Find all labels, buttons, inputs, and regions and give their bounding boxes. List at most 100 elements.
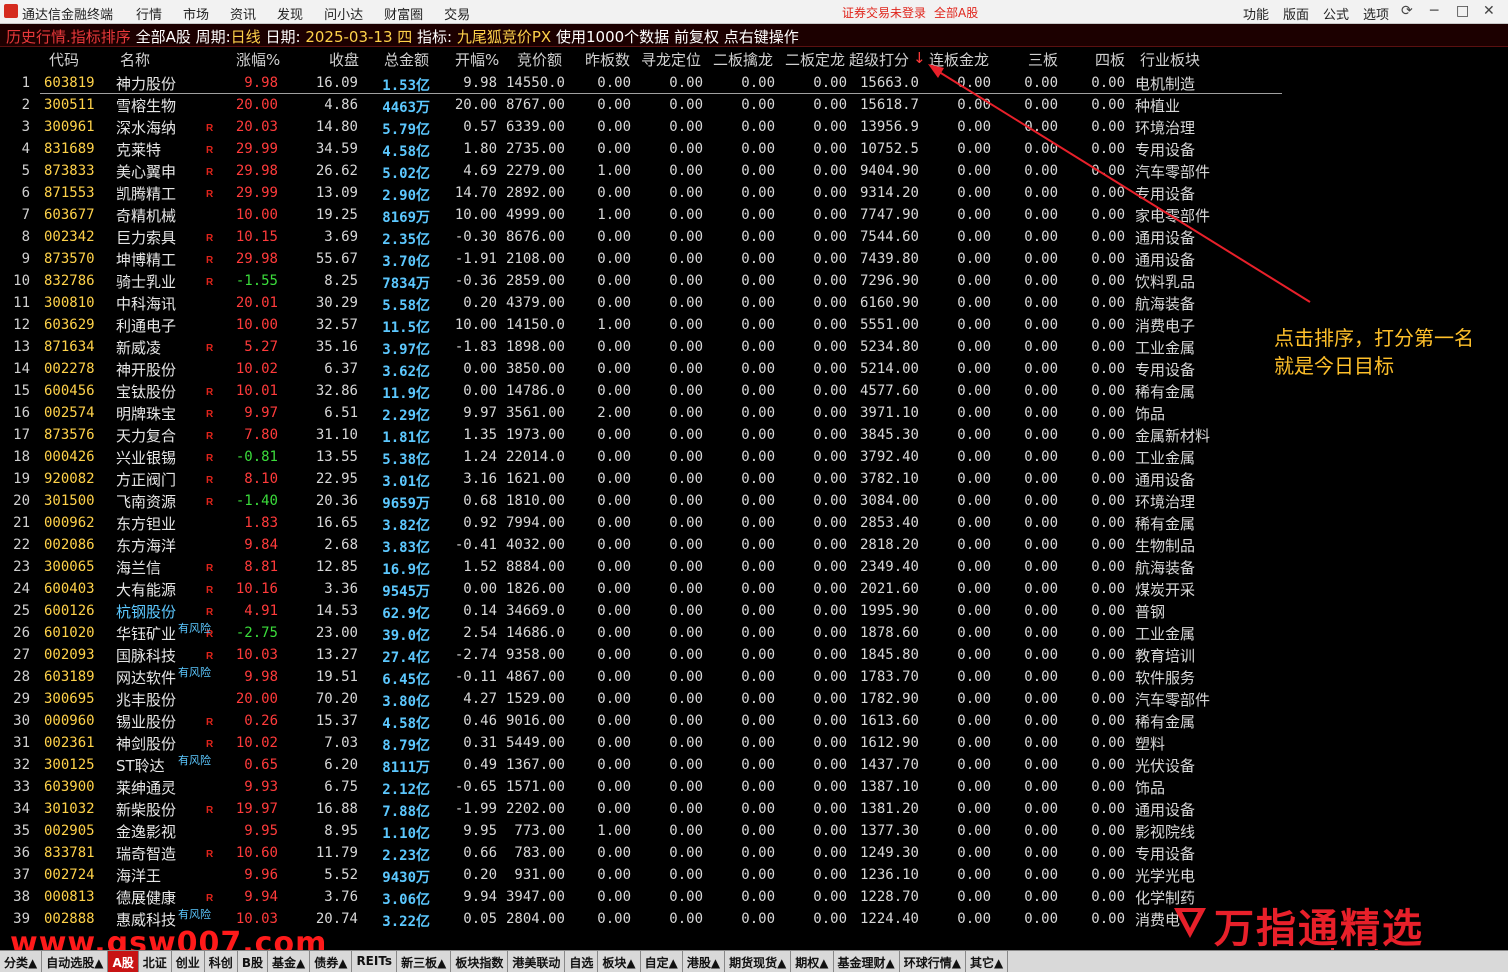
col-lian[interactable]: 连板金龙 [929,49,989,70]
industry[interactable]: 光学光电 [1135,865,1195,886]
table-row[interactable]: 37 002724 海洋王 9.96 5.52 9430万 0.20 931.00 0.00 0.… [0,864,1508,886]
col-bid[interactable]: 竞价额 [517,49,562,70]
stock-code[interactable]: 920082 [44,471,95,487]
industry[interactable]: 通用设备 [1135,469,1195,490]
stock-name[interactable]: 海兰信 [116,557,161,578]
stock-name[interactable]: 巨力索具 [116,227,176,248]
industry[interactable]: 航海装备 [1135,293,1195,314]
tab-19[interactable]: 基金理财▲ [834,951,900,972]
industry[interactable]: 普钢 [1135,601,1165,622]
tab-2[interactable]: A股 [108,951,139,972]
table-row[interactable]: 33 603900 莱绅通灵 9.93 6.75 2.12亿 -0.65 1571.00 0.0… [0,776,1508,798]
stock-code[interactable]: 601020 [44,625,95,641]
stock-code[interactable]: 000426 [44,449,95,465]
tab-8[interactable]: 债券▲ [310,951,353,972]
col-ding[interactable]: 二板定龙 [785,49,845,70]
industry[interactable]: 金属新材料 [1135,425,1210,446]
stock-name[interactable]: 东方海洋 [116,535,176,556]
stock-code[interactable]: 603629 [44,317,95,333]
industry[interactable]: 饮料乳品 [1135,271,1195,292]
close-icon[interactable]: ✕ [1483,3,1495,19]
industry[interactable]: 工业金属 [1135,447,1195,468]
stock-code[interactable]: 603677 [44,207,95,223]
table-row[interactable]: 7 603677 奇精机械 10.00 19.25 8169万 10.00 4999.00 1.… [0,204,1508,226]
menu-item-news[interactable]: 资讯 [230,4,256,23]
table-row[interactable]: 29 300695 兆丰股份 20.00 70.20 3.80亿 4.27 1529.00 0.… [0,688,1508,710]
industry[interactable]: 通用设备 [1135,249,1195,270]
table-row[interactable]: 6 871553 凯腾精工 R 29.99 13.09 2.90亿 14.70 2892.00 0… [0,182,1508,204]
col-seek[interactable]: 寻龙定位 [641,49,701,70]
col-industry[interactable]: 行业板块 [1140,49,1200,70]
stock-name[interactable]: 中科海讯 [116,293,176,314]
maximize-icon[interactable]: □ [1456,3,1469,19]
table-row[interactable]: 5 873833 美心翼申 R 29.98 26.62 5.02亿 4.69 2279.00 1.… [0,160,1508,182]
industry[interactable]: 汽车零部件 [1135,689,1210,710]
table-row[interactable]: 8 002342 巨力索具 R 10.15 3.69 2.35亿 -0.30 8676.00 0.… [0,226,1508,248]
stock-name[interactable]: 神力股份 [116,73,176,94]
table-row[interactable]: 3 300961 深水海纳 R 20.03 14.80 5.79亿 0.57 6339.00 0.… [0,116,1508,138]
industry[interactable]: 生物制品 [1135,535,1195,556]
stock-code[interactable]: 002724 [44,867,95,883]
industry[interactable]: 工业金属 [1135,337,1195,358]
stock-name[interactable]: 海洋王 [116,865,161,886]
stock-code[interactable]: 301500 [44,493,95,509]
minimize-icon[interactable]: ─ [1430,3,1438,19]
menu-item-quotes[interactable]: 行情 [136,4,162,23]
stock-code[interactable]: 002574 [44,405,95,421]
menu-item-options[interactable]: 选项 [1363,4,1389,23]
table-row[interactable]: 4 831689 克莱特 R 29.99 34.59 4.58亿 1.80 2735.00 0.0… [0,138,1508,160]
stock-code[interactable]: 873576 [44,427,95,443]
industry[interactable]: 教育培训 [1135,645,1195,666]
col-chg[interactable]: 涨幅% [236,49,280,70]
table-row[interactable]: 20 301500 飞南资源 R -1.40 20.36 9659万 0.68 1810.00 0… [0,490,1508,512]
stock-name[interactable]: 兴业银锡 [116,447,176,468]
stock-code[interactable]: 300695 [44,691,95,707]
menu-item-formula[interactable]: 公式 [1323,4,1349,23]
stock-name[interactable]: 天力复合 [116,425,176,446]
table-row[interactable]: 31 002361 神剑股份 R 10.02 7.03 8.79亿 0.31 5449.00 0.… [0,732,1508,754]
col-close[interactable]: 收盘 [329,49,359,70]
tab-13[interactable]: 自选 [565,951,599,972]
industry[interactable]: 消费电子 [1135,315,1195,336]
stock-code[interactable]: 300511 [44,97,95,113]
tab-11[interactable]: 板块指数 [451,951,509,972]
stock-name[interactable]: 新威凌 [116,337,161,358]
stock-name[interactable]: 金逸影视 [116,821,176,842]
tab-15[interactable]: 自定▲ [641,951,683,972]
table-row[interactable]: 28 603189 网达软件 有风险 9.98 19.51 6.45亿 -0.11 4867.0… [0,666,1508,688]
stock-code[interactable]: 831689 [44,141,95,157]
tab-21[interactable]: 其它▲ [966,951,1009,972]
tab-17[interactable]: 期货现货▲ [725,951,792,972]
industry[interactable]: 塑料 [1135,733,1165,754]
industry[interactable]: 专用设备 [1135,359,1195,380]
tab-16[interactable]: 港股▲ [683,951,726,972]
tab-1[interactable]: 自动选股▲ [42,951,109,972]
stock-code[interactable]: 002086 [44,537,95,553]
stock-name[interactable]: 骑士乳业 [116,271,176,292]
stock-code[interactable]: 002093 [44,647,95,663]
stock-name[interactable]: 美心翼申 [116,161,176,182]
industry[interactable]: 环境治理 [1135,491,1195,512]
tab-18[interactable]: 期权▲ [791,951,834,972]
industry[interactable]: 稀有金属 [1135,381,1195,402]
period-value[interactable]: 日线 [231,28,261,46]
stock-code[interactable]: 002888 [44,911,95,927]
table-row[interactable]: 22 002086 东方海洋 9.84 2.68 3.83亿 -0.41 4032.00 0.0… [0,534,1508,556]
industry[interactable]: 饰品 [1135,777,1165,798]
industry[interactable]: 工业金属 [1135,623,1195,644]
stock-name[interactable]: 利通电子 [116,315,176,336]
industry[interactable]: 专用设备 [1135,139,1195,160]
table-row[interactable]: 9 873570 坤博精工 R 29.98 55.67 3.70亿 -1.91 2108.00 0… [0,248,1508,270]
table-row[interactable]: 30 000960 锡业股份 R 0.26 15.37 4.58亿 0.46 9016.00 0.… [0,710,1508,732]
industry[interactable]: 汽车零部件 [1135,161,1210,182]
table-row[interactable]: 34 301032 新柴股份 R 19.97 16.88 7.88亿 -1.99 2202.00… [0,798,1508,820]
industry[interactable]: 饰品 [1135,403,1165,424]
tab-0[interactable]: 分类▲ [0,951,43,972]
stock-code[interactable]: 600456 [44,383,95,399]
industry[interactable]: 稀有金属 [1135,711,1195,732]
stock-code[interactable]: 873833 [44,163,95,179]
sort-desc-icon[interactable]: ↓ [913,49,926,67]
table-row[interactable]: 18 000426 兴业银锡 R -0.81 13.55 5.38亿 1.24 22014.0 0… [0,446,1508,468]
industry[interactable]: 影视院线 [1135,821,1195,842]
refresh-icon[interactable]: ⟳ [1401,3,1413,19]
